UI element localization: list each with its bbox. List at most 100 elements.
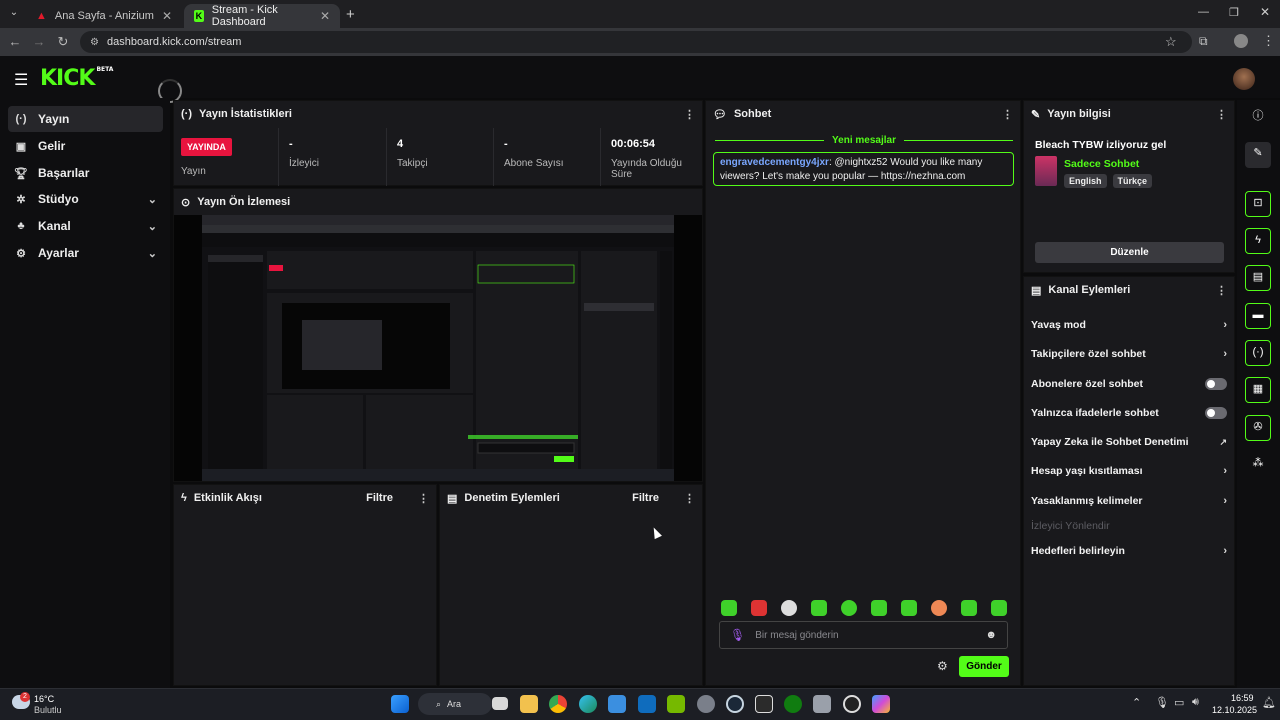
emotes-only-toggle[interactable]	[1205, 407, 1227, 419]
tab-list-button[interactable]: ⌄	[6, 7, 22, 21]
edit-button[interactable]: Düzenle	[1035, 242, 1224, 263]
browser-menu-icon[interactable]: ⋮	[1262, 33, 1275, 49]
controller-icon[interactable]	[813, 695, 831, 713]
chat-message[interactable]: engravedcementgy4jxr: @nightxz52 Would y…	[713, 152, 1014, 186]
hamburger-menu-icon[interactable]: ☰	[14, 70, 28, 90]
new-tab-button[interactable]: +	[346, 6, 355, 23]
edit-pencil-icon[interactable]: ✎	[1245, 142, 1271, 168]
emote-4-icon[interactable]	[811, 600, 827, 616]
more-options-icon[interactable]: ⋮	[1216, 108, 1227, 121]
profile-icon[interactable]	[1234, 34, 1248, 48]
taskbar-date[interactable]: 12.10.2025	[1212, 705, 1257, 715]
back-icon[interactable]: ←	[6, 33, 24, 51]
category-name[interactable]: Sadece Sohbet	[1064, 158, 1139, 170]
chat-bubble-icon[interactable]: ▬	[1245, 303, 1271, 329]
minimize-icon[interactable]: —	[1198, 6, 1209, 18]
edge-icon[interactable]	[579, 695, 597, 713]
more-options-icon[interactable]: ⋮	[684, 108, 695, 121]
lightning-icon[interactable]: ϟ	[1245, 228, 1271, 254]
forward-icon[interactable]: →	[30, 33, 48, 51]
epic-games-icon[interactable]	[755, 695, 773, 713]
scan-icon[interactable]: ⊡	[1245, 191, 1271, 217]
site-info-icon[interactable]: ⚙	[90, 37, 99, 48]
layout-icon[interactable]: ▦	[1245, 377, 1271, 403]
sidebar-item-studyo[interactable]: ✲ Stüdyo ⌄	[8, 186, 163, 212]
sidebar-item-kanal[interactable]: ♣ Kanal ⌄	[8, 213, 163, 239]
task-view-icon[interactable]	[492, 697, 508, 710]
emote-8-icon[interactable]	[931, 600, 947, 616]
address-bar[interactable]: ⚙ dashboard.kick.com/stream	[80, 31, 1192, 53]
chat-username[interactable]: engravedcementgy4jxr	[720, 157, 829, 168]
action-ai-moderation[interactable]: Yapay Zeka ile Sohbet Denetimi ↗	[1031, 433, 1227, 451]
bookmark-star-icon[interactable]: ☆	[1165, 34, 1177, 50]
emote-9-icon[interactable]	[961, 600, 977, 616]
more-options-icon[interactable]: ⋮	[1216, 284, 1227, 297]
notifications-icon[interactable]: 🔔︎	[1262, 696, 1276, 709]
tab-kick-dashboard[interactable]: K Stream - Kick Dashboard ✕	[184, 4, 340, 28]
xbox-icon[interactable]	[784, 695, 802, 713]
chat-settings-icon[interactable]: ⚙	[937, 659, 948, 673]
action-followers-only[interactable]: Takipçilere özel sohbet ›	[1031, 345, 1227, 363]
panel-title: Sohbet	[733, 108, 772, 120]
broadcast-icon[interactable]: (·)	[1245, 340, 1271, 366]
action-account-age[interactable]: Hesap yaşı kısıtlaması ›	[1031, 462, 1227, 480]
emote-3-icon[interactable]	[781, 600, 797, 616]
action-slow-mode[interactable]: Yavaş mod ›	[1031, 316, 1227, 334]
panel-title: Yayın İstatistikleri	[199, 108, 292, 120]
extensions-icon[interactable]: ⧉	[1199, 34, 1208, 49]
chat-input[interactable]: 🎙︎ Bir mesaj gönderin ☻	[719, 621, 1008, 649]
more-options-icon[interactable]: ⋮	[1002, 108, 1013, 121]
tag-turkce[interactable]: Türkçe	[1112, 174, 1153, 188]
windows-start-icon[interactable]	[391, 695, 409, 713]
app-icon[interactable]	[697, 695, 715, 713]
emote-6-icon[interactable]	[871, 600, 887, 616]
action-banned-words[interactable]: Yasaklanmış kelimeler ›	[1031, 492, 1227, 510]
chrome-icon[interactable]	[549, 695, 567, 713]
activity-filter-button[interactable]: Filtre	[366, 492, 393, 504]
sidebar-item-basarilar[interactable]: 🏆︎ Başarılar	[8, 160, 163, 186]
chevron-up-icon[interactable]: ⌃	[1132, 696, 1141, 709]
send-button[interactable]: Gönder	[959, 656, 1009, 677]
sidebar-item-gelir[interactable]: ▣ Gelir	[8, 133, 163, 159]
info-icon[interactable]: ⓘ	[1245, 105, 1271, 131]
file-explorer-icon[interactable]	[520, 695, 538, 713]
add-widget-icon[interactable]: ⁂	[1245, 452, 1271, 478]
emoji-icon[interactable]: ☻	[985, 629, 997, 641]
tag-english[interactable]: English	[1064, 174, 1107, 188]
close-window-icon[interactable]: ✕	[1260, 5, 1270, 19]
sidebar-item-ayarlar[interactable]: ⚙ Ayarlar ⌄	[8, 240, 163, 266]
reload-icon[interactable]: ↻	[54, 33, 72, 51]
copilot-icon[interactable]	[872, 695, 890, 713]
microphone-icon[interactable]: 🎙︎	[1155, 696, 1169, 709]
emote-1-icon[interactable]	[721, 600, 737, 616]
nvidia-icon[interactable]	[667, 695, 685, 713]
outlook-icon[interactable]	[638, 695, 656, 713]
steam-icon[interactable]	[726, 695, 744, 713]
emote-10-icon[interactable]	[991, 600, 1007, 616]
more-options-icon[interactable]: ⋮	[418, 492, 429, 505]
volume-icon[interactable]: 🔊︎	[1192, 696, 1199, 709]
store-icon[interactable]	[608, 695, 626, 713]
tab-anizium[interactable]: ▲ Ana Sayfa - Anizium ✕	[26, 4, 182, 28]
kick-logo[interactable]: KICK BETA	[40, 66, 113, 91]
emote-7-icon[interactable]	[901, 600, 917, 616]
network-icon[interactable]: ▭	[1174, 696, 1184, 709]
action-set-goals[interactable]: Hedefleri belirleyin ›	[1031, 542, 1227, 560]
user-avatar[interactable]	[1233, 68, 1255, 90]
stream-preview-video[interactable]	[174, 215, 702, 481]
obs-icon[interactable]	[843, 695, 861, 713]
emote-2-icon[interactable]	[751, 600, 767, 616]
moderation-filter-button[interactable]: Filtre	[632, 492, 659, 504]
taskbar-search[interactable]: ⌕ Ara	[418, 693, 492, 715]
subscribers-only-toggle[interactable]	[1205, 378, 1227, 390]
close-tab-icon[interactable]: ✕	[320, 9, 330, 23]
taskbar-time[interactable]: 16:59	[1231, 693, 1254, 703]
microphone-icon[interactable]: 🎙︎	[730, 628, 745, 642]
maximize-icon[interactable]: ❐	[1229, 6, 1239, 19]
document-icon[interactable]: ▤	[1245, 265, 1271, 291]
emote-5-icon[interactable]	[841, 600, 857, 616]
more-options-icon[interactable]: ⋮	[684, 492, 695, 505]
wrench-icon[interactable]: ✇	[1245, 415, 1271, 441]
close-tab-icon[interactable]: ✕	[162, 9, 172, 23]
sidebar-item-yayin[interactable]: (·) Yayın	[8, 106, 163, 132]
